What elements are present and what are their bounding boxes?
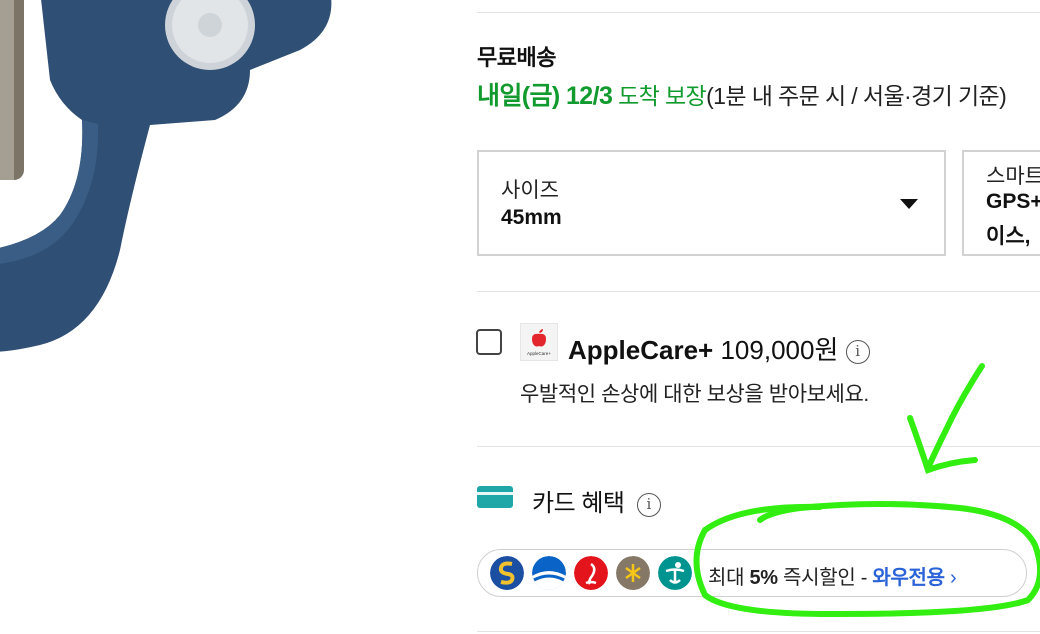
kb-icon: [616, 556, 650, 590]
applecare-title: AppleCare+ 109,000원 i: [568, 330, 870, 367]
divider: [477, 291, 1040, 292]
info-icon[interactable]: i: [845, 340, 870, 365]
delivery-guarantee: 도착 보장: [618, 83, 707, 109]
model-select[interactable]: 스마트 GPS+ 이스,: [962, 150, 1040, 256]
model-select-value: GPS+: [986, 190, 1040, 213]
chevron-right-icon: ›: [950, 567, 957, 589]
applecare-name: AppleCare+: [568, 335, 714, 365]
caret-down-icon: [900, 199, 918, 209]
benefit-prefix: 최대: [708, 567, 745, 589]
applecare-logo: AppleCare+: [520, 323, 558, 361]
size-select[interactable]: 사이즈 45mm: [477, 150, 946, 256]
credit-card-icon: [477, 486, 513, 508]
card-benefit-pill[interactable]: 최대 5% 즉시할인 - 와우전용 ›: [477, 549, 1027, 597]
lotte-icon: [574, 556, 608, 590]
card-benefit-label: 카드 혜택: [532, 490, 625, 517]
divider: [477, 631, 1040, 632]
benefit-suffix: 즉시할인 -: [783, 567, 868, 589]
shipping-title: 무료배송: [477, 45, 556, 70]
card-benefit-title: 카드 혜택 i: [532, 483, 661, 518]
benefit-rate: 5%: [749, 567, 778, 589]
info-icon[interactable]: i: [636, 492, 661, 517]
shinhan-icon: [490, 556, 524, 590]
delivery-date: 내일(금) 12/3: [477, 82, 613, 110]
model-select-value-line2: 이스,: [986, 225, 1031, 248]
watch-band-image: [0, 0, 332, 352]
card-benefit-text: 최대 5% 즉시할인 - 와우전용 ›: [708, 561, 957, 590]
model-select-label: 스마트: [986, 165, 1040, 188]
divider: [477, 446, 1040, 447]
applecare-checkbox[interactable]: [476, 329, 502, 355]
hana-icon: [658, 556, 692, 590]
delivery-condition: (1분 내 주문 시 / 서울·경기 기준): [706, 83, 1007, 109]
divider-top: [477, 12, 1040, 13]
size-select-label: 사이즈: [501, 179, 559, 202]
wow-only-link[interactable]: 와우전용: [872, 567, 945, 589]
apple-logo-icon: AppleCare+: [527, 329, 551, 356]
applecare-price: 109,000원: [720, 335, 839, 365]
shipping-info: 내일(금) 12/3 도착 보장(1분 내 주문 시 / 서울·경기 기준): [477, 76, 1007, 112]
size-select-value: 45mm: [501, 206, 562, 229]
woori-icon: [532, 556, 566, 590]
applecare-description: 우발적인 손상에 대한 보상을 받아보세요.: [520, 383, 869, 406]
svg-text:AppleCare+: AppleCare+: [527, 351, 551, 356]
